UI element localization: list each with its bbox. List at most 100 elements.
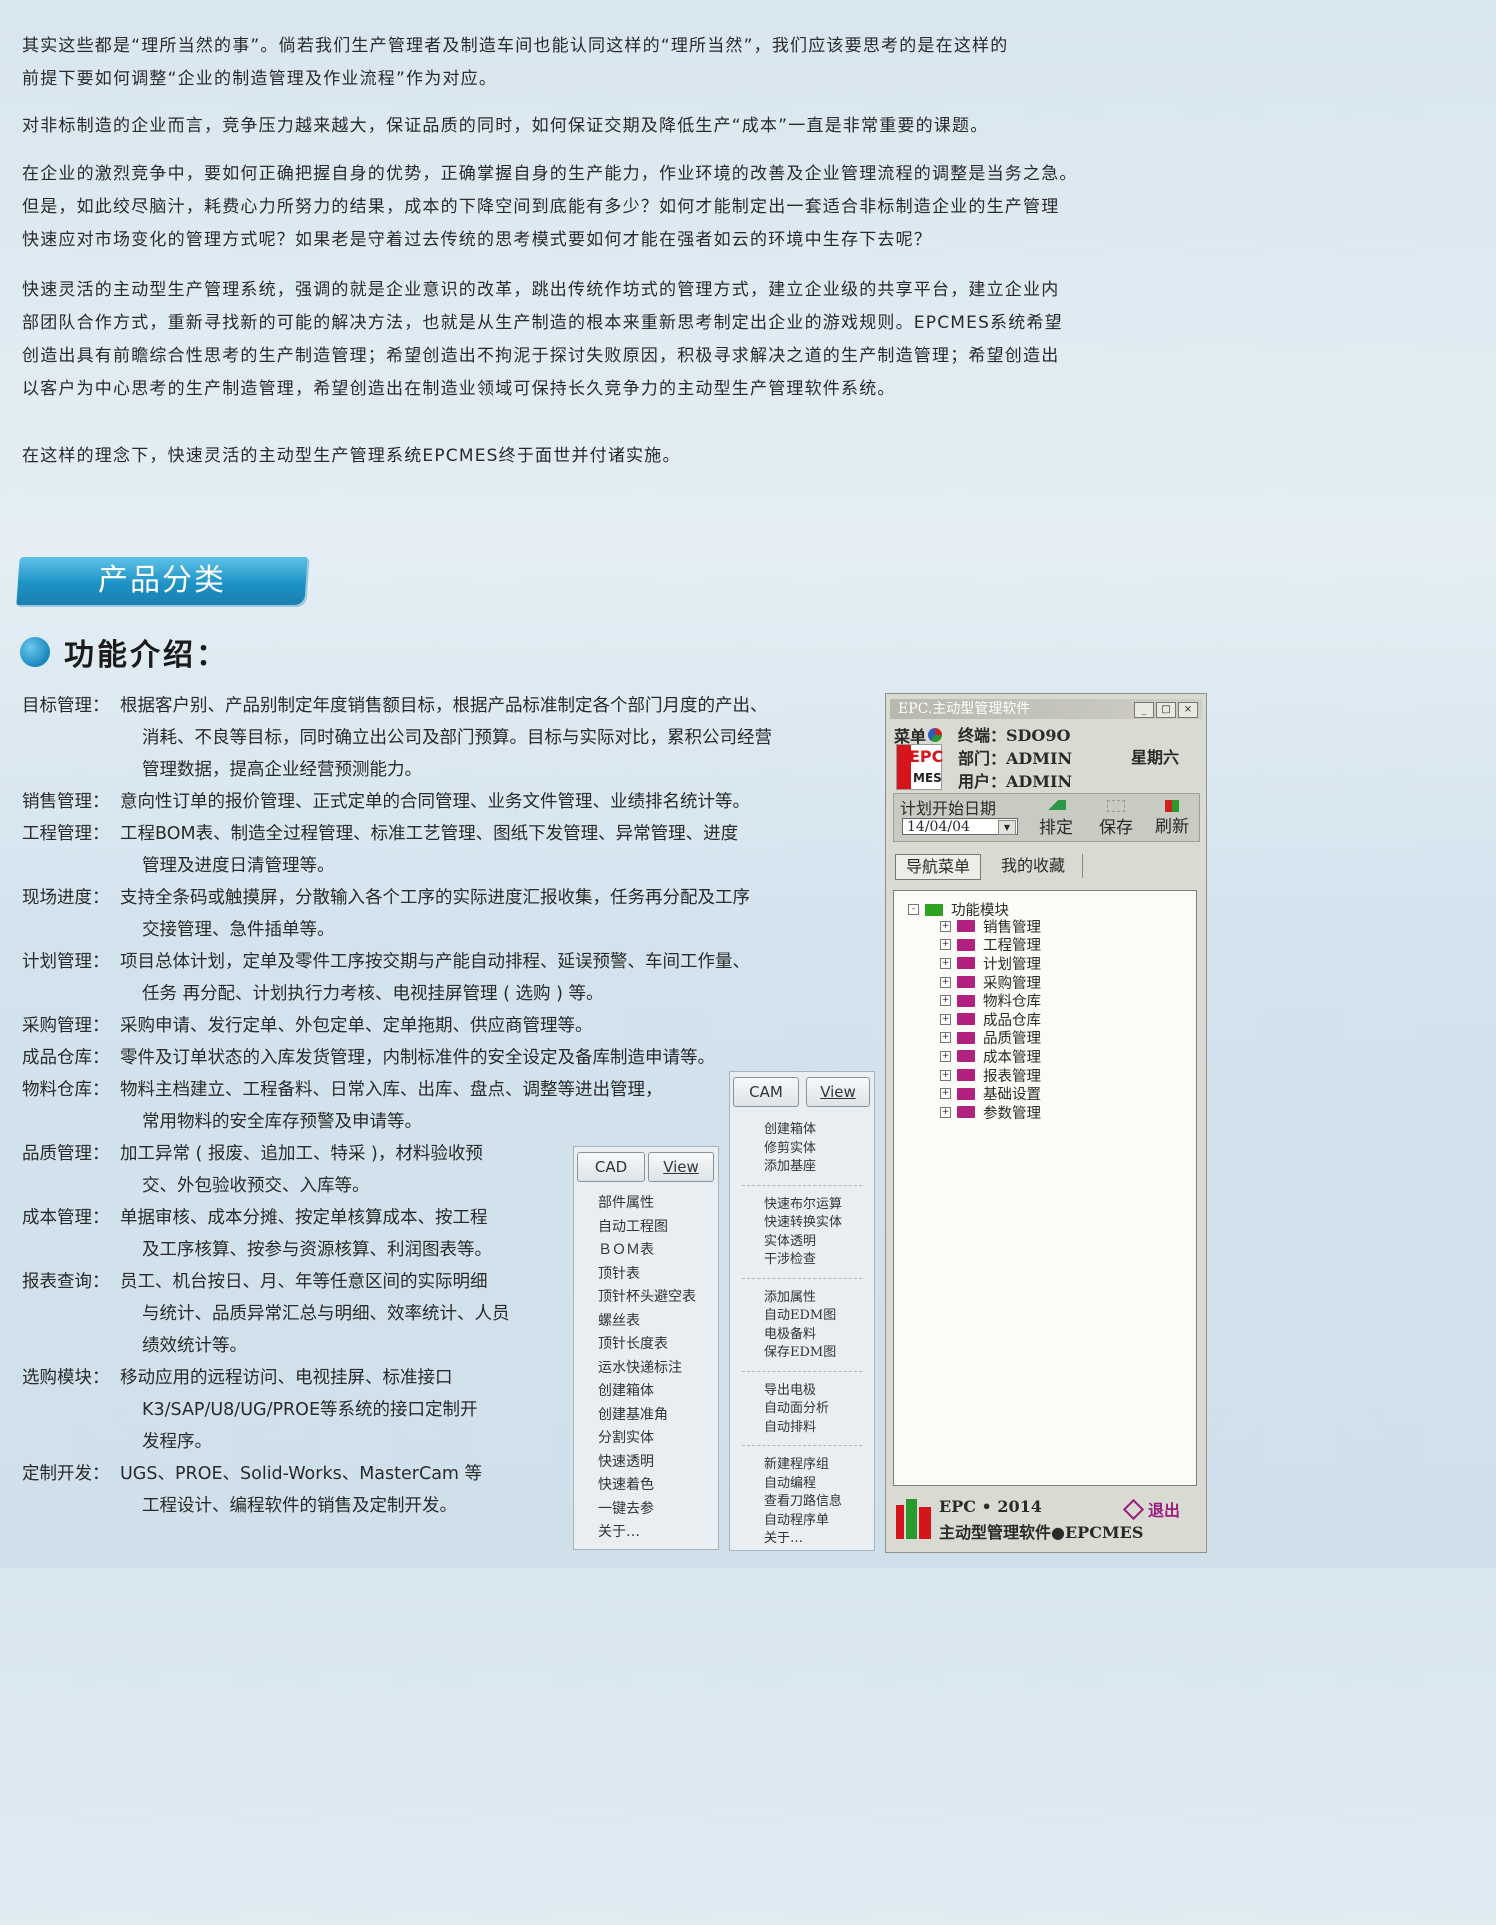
plan-date-value: 14/04/04 (907, 819, 970, 835)
cam-menu-item[interactable]: 添加属性 (764, 1286, 836, 1305)
tree-item[interactable]: + 基础设置 (940, 1084, 1041, 1103)
menu-divider (742, 1184, 862, 1186)
minimize-icon[interactable]: _ (1134, 702, 1154, 718)
dropdown-arrow-icon[interactable]: ▼ (998, 820, 1016, 835)
folder-icon (957, 920, 975, 933)
expand-icon[interactable]: + (940, 1032, 951, 1044)
section-banner: 产品分类 (16, 557, 308, 605)
feature-label: 销售管理： (22, 792, 110, 812)
cam-menu-item[interactable]: 快速转换实体 (764, 1211, 842, 1230)
collapse-icon[interactable]: - (908, 904, 919, 915)
cam-menu-item[interactable]: 快速布尔运算 (764, 1193, 842, 1212)
cam-menu-item[interactable]: 新建程序组 (764, 1453, 842, 1472)
expand-icon[interactable]: + (940, 1069, 951, 1081)
folder-icon (957, 1069, 975, 1082)
cad-menu-item[interactable]: 创建基准角 (598, 1404, 696, 1428)
cad-menu-item[interactable]: 创建箱体 (598, 1380, 696, 1404)
cam-view-button[interactable]: View (806, 1077, 870, 1107)
save-button[interactable]: 保存 (1090, 794, 1142, 839)
expand-icon[interactable]: + (940, 920, 951, 932)
feature-label: 采购管理： (22, 1016, 110, 1036)
expand-icon[interactable]: + (940, 995, 951, 1007)
cam-menu-item[interactable]: 自动EDM图 (764, 1304, 836, 1323)
expand-icon[interactable]: + (940, 957, 951, 969)
cad-menu-item[interactable]: 螺丝表 (598, 1310, 696, 1334)
cam-menu-item[interactable]: 创建箱体 (764, 1118, 816, 1137)
feature-label: 工程管理： (22, 824, 110, 844)
maximize-icon[interactable]: □ (1156, 702, 1176, 718)
cam-menu-item[interactable]: 自动排料 (764, 1416, 829, 1435)
cad-menu-item[interactable]: 关于… (598, 1521, 696, 1545)
tab-favorites[interactable]: 我的收藏 (984, 854, 1083, 878)
tree-item[interactable]: + 成品仓库 (940, 1010, 1041, 1029)
cam-menu-item[interactable]: 保存EDM图 (764, 1341, 836, 1360)
section-banner-label: 产品分类 (98, 563, 226, 598)
feature-label: 目标管理： (22, 696, 110, 716)
cam-menu-item[interactable]: 自动编程 (764, 1472, 842, 1491)
paragraph-line: 快速灵活的主动型生产管理系统，强调的就是企业意识的改革，跳出传统作坊式的管理方式… (22, 280, 1060, 300)
refresh-button[interactable]: 刷新 (1146, 794, 1198, 839)
cad-menu-item[interactable]: 一键去参 (598, 1498, 696, 1522)
cam-menu-item[interactable]: 添加基座 (764, 1155, 816, 1174)
feature-label: 定制开发： (22, 1464, 110, 1484)
cad-menu-item[interactable]: 分割实体 (598, 1427, 696, 1451)
tree-item[interactable]: + 采购管理 (940, 973, 1041, 992)
green-folder-icon (925, 903, 943, 916)
cad-menu-item[interactable]: 顶针杯头避空表 (598, 1286, 696, 1310)
expand-icon[interactable]: + (940, 1106, 951, 1118)
expand-icon[interactable]: + (940, 1013, 951, 1025)
plan-date-label: 计划开始日期 (900, 799, 997, 818)
feature-label: 选购模块： (22, 1368, 110, 1388)
feature-label: 报表查询： (22, 1272, 110, 1292)
department-info: 部门：ADMIN (958, 749, 1073, 768)
tab-navigation-menu[interactable]: 导航菜单 (895, 854, 981, 880)
tree-item[interactable]: + 销售管理 (940, 917, 1041, 936)
feature-description: 管理及进度日清管理等。 (142, 856, 335, 876)
cam-menu-item[interactable]: 自动面分析 (764, 1397, 829, 1416)
cam-menu-item[interactable]: 实体透明 (764, 1230, 842, 1249)
user-info: 用户：ADMIN (958, 772, 1073, 791)
tree-item[interactable]: + 报表管理 (940, 1066, 1041, 1085)
cad-menu-item[interactable]: 运水快递标注 (598, 1357, 696, 1381)
tree-item[interactable]: + 物料仓库 (940, 991, 1041, 1010)
feature-label: 物料仓库： (22, 1080, 110, 1100)
cad-menu-item[interactable]: 快速着色 (598, 1474, 696, 1498)
cam-menu-item[interactable]: 自动程序单 (764, 1509, 842, 1528)
expand-icon[interactable]: + (940, 1088, 951, 1100)
feature-description: 项目总体计划，定单及零件工序按交期与产能自动排程、延误预警、车间工作量、 (120, 952, 750, 972)
tree-item[interactable]: + 工程管理 (940, 936, 1041, 954)
feature-description: 发程序。 (142, 1432, 212, 1452)
expand-icon[interactable]: + (940, 1050, 951, 1062)
cad-menu-item[interactable]: ＢＯＭ表 (598, 1239, 696, 1263)
exit-button[interactable]: 退出 (1122, 1497, 1180, 1521)
tree-item[interactable]: + 计划管理 (940, 954, 1041, 973)
tree-item[interactable]: + 品质管理 (940, 1029, 1041, 1047)
expand-icon[interactable]: + (940, 939, 951, 951)
tree-item[interactable]: + 成本管理 (940, 1047, 1041, 1066)
paragraph-line: 快速应对市场变化的管理方式呢？如果老是守着过去传统的思考模式要如何才能在强者如云… (22, 230, 932, 250)
schedule-button[interactable]: 排定 (1030, 794, 1082, 839)
cad-menu-item[interactable]: 顶针表 (598, 1263, 696, 1287)
cad-menu-item[interactable]: 部件属性 (598, 1192, 696, 1216)
function-module-tree: - 功能模块 + 销售管理 + 工程管理 + 计划管理 + 采购管理 + 物料仓库 + 成品仓库 + 品质… (893, 890, 1197, 1486)
feature-description: 消耗、不良等目标，同时确立出公司及部门预算。目标与实际对比，累积公司经营 (142, 728, 772, 748)
cad-view-button[interactable]: View (648, 1152, 714, 1182)
cam-menu-group: 创建箱体 修剪实体 添加基座 (764, 1118, 816, 1174)
cam-menu-item[interactable]: 查看刀路信息 (764, 1490, 842, 1509)
plan-date-field[interactable]: 14/04/04 ▼ (902, 818, 1018, 835)
close-icon[interactable]: × (1178, 702, 1198, 718)
expand-icon[interactable]: + (940, 976, 951, 988)
cam-menu-item[interactable]: 导出电极 (764, 1379, 829, 1398)
paragraph-line: 以客户为中心思考的生产制造管理，希望创造出在制造业领域可保持长久竞争力的主动型生… (22, 379, 896, 399)
cam-menu-item[interactable]: 干涉检查 (764, 1248, 842, 1267)
feature-description: 常用物料的安全库存预警及申请等。 (142, 1112, 422, 1132)
cam-menu-item[interactable]: 关于… (764, 1527, 842, 1546)
cad-menu-item[interactable]: 顶针长度表 (598, 1333, 696, 1357)
tree-item[interactable]: + 参数管理 (940, 1103, 1041, 1122)
cad-menu-item[interactable]: 自动工程图 (598, 1216, 696, 1240)
cam-menu-item[interactable]: 修剪实体 (764, 1137, 816, 1156)
cam-menu-item[interactable]: 电极备料 (764, 1323, 836, 1342)
cad-tab-button[interactable]: CAD (577, 1152, 645, 1182)
cad-menu-item[interactable]: 快速透明 (598, 1451, 696, 1475)
cam-tab-button[interactable]: CAM (733, 1077, 799, 1107)
